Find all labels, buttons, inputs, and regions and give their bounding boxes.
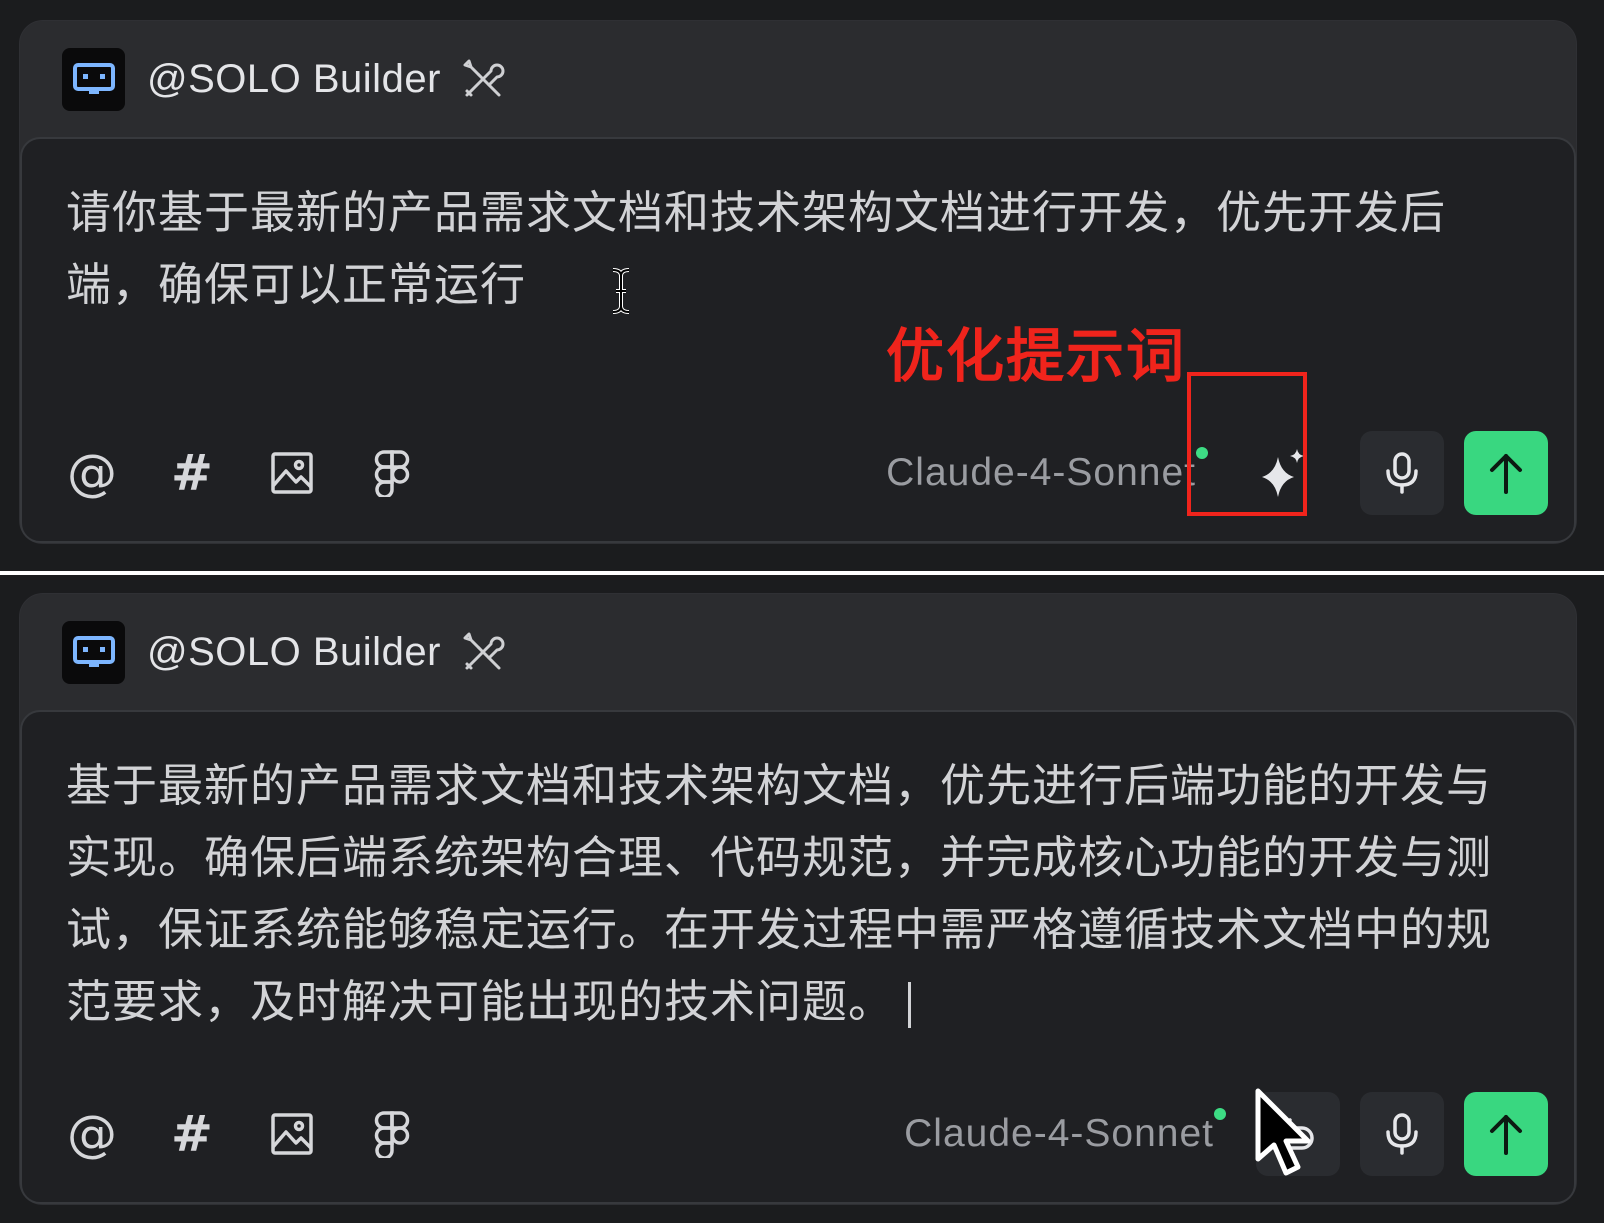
image-icon[interactable] (266, 447, 318, 499)
image-icon[interactable] (266, 1108, 318, 1160)
arrow-up-icon (1490, 1115, 1522, 1155)
chat-input-card: @SOLO Builder 基于最新的产品需求文档和技术架构文档，优先进行后端功… (19, 593, 1577, 1205)
prompt-textarea[interactable]: 请你基于最新的产品需求文档和技术架构文档进行开发，优先开发后端，确保可以正常运行 (66, 177, 1534, 321)
model-selector[interactable]: Claude-4-Sonnet (904, 1108, 1226, 1156)
tools-icon (461, 630, 505, 674)
annotation-highlight-box (1187, 372, 1307, 516)
model-name: Claude-4-Sonnet (886, 451, 1196, 494)
mouse-pointer-icon (1255, 1088, 1311, 1176)
model-selector[interactable]: Claude-4-Sonnet (886, 447, 1208, 495)
text-cursor-icon (612, 268, 630, 314)
input-toolbar-right: Claude-4-Sonnet (904, 1092, 1548, 1176)
hash-icon[interactable]: # (166, 447, 218, 499)
model-name: Claude-4-Sonnet (904, 1112, 1214, 1155)
chat-panel-after: @SOLO Builder 基于最新的产品需求文档和技术架构文档，优先进行后端功… (0, 575, 1604, 1223)
figma-icon[interactable] (366, 1108, 418, 1160)
chat-panel-before: @SOLO Builder 请你基于最新的产品需求文档和技术架构文档进行开发，优… (0, 0, 1604, 571)
agent-header: @SOLO Builder (20, 21, 1576, 137)
status-dot (1214, 1108, 1226, 1120)
prompt-input-box[interactable]: 请你基于最新的产品需求文档和技术架构文档进行开发，优先开发后端，确保可以正常运行… (20, 137, 1576, 543)
microphone-icon (1386, 1113, 1418, 1155)
input-toolbar-left: @ # (66, 1108, 418, 1160)
agent-name[interactable]: @SOLO Builder (147, 57, 441, 102)
prompt-input-box[interactable]: 基于最新的产品需求文档和技术架构文档，优先进行后端功能的开发与实现。确保后端系统… (20, 710, 1576, 1204)
send-button[interactable] (1464, 1092, 1548, 1176)
prompt-textarea[interactable]: 基于最新的产品需求文档和技术架构文档，优先进行后端功能的开发与实现。确保后端系统… (66, 750, 1534, 1038)
robot-screen-icon (62, 620, 125, 684)
annotation-label: 优化提示词 (886, 322, 1187, 390)
chat-input-card: @SOLO Builder 请你基于最新的产品需求文档和技术架构文档进行开发，优… (19, 20, 1577, 544)
robot-screen-icon (62, 47, 125, 111)
microphone-icon (1386, 452, 1418, 494)
text-caret (908, 982, 912, 1028)
input-toolbar-left: @ # (66, 447, 418, 499)
at-icon[interactable]: @ (66, 1108, 118, 1160)
agent-header: @SOLO Builder (20, 594, 1576, 710)
agent-name[interactable]: @SOLO Builder (147, 630, 441, 675)
send-button[interactable] (1464, 431, 1548, 515)
voice-input-button[interactable] (1360, 1092, 1444, 1176)
figma-icon[interactable] (366, 447, 418, 499)
optimized-prompt-text: 基于最新的产品需求文档和技术架构文档，优先进行后端功能的开发与实现。确保后端系统… (66, 759, 1493, 1028)
hash-icon[interactable]: # (166, 1108, 218, 1160)
at-icon[interactable]: @ (66, 447, 118, 499)
voice-input-button[interactable] (1360, 431, 1444, 515)
tools-icon (461, 57, 505, 101)
arrow-up-icon (1490, 454, 1522, 494)
